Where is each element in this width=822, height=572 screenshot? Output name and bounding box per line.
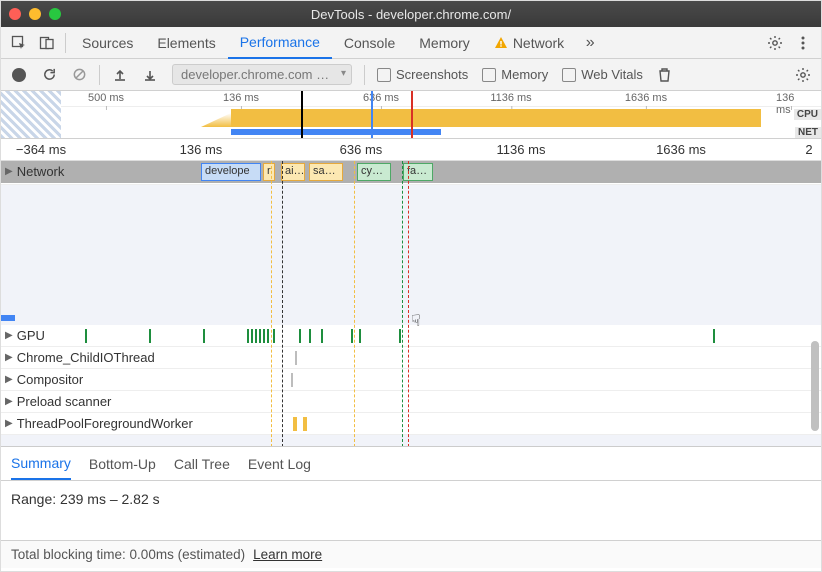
expand-icon[interactable]: ▶ (5, 166, 13, 177)
network-request[interactable]: cy… (357, 163, 391, 181)
collect-garbage-icon[interactable] (651, 61, 679, 89)
childio-track[interactable]: ▶Chrome_ChildIOThread (1, 347, 821, 369)
tab-elements[interactable]: Elements (145, 27, 227, 59)
overview-net-label: NET (795, 127, 821, 138)
overview-ruler: 500 ms 136 ms 636 ms 1136 ms 1636 ms 136… (61, 91, 821, 107)
tab-network-label: Network (513, 35, 564, 51)
gpu-track[interactable]: ▶GPU (1, 325, 821, 347)
window-titlebar: DevTools - developer.chrome.com/ (1, 1, 821, 27)
network-request[interactable]: sa… (309, 163, 343, 181)
overview-cpu-label: CPU (794, 109, 821, 120)
divider (65, 33, 66, 53)
timeline-ruler[interactable]: −364 ms 136 ms 636 ms 1136 ms 1636 ms 2 (1, 139, 821, 161)
flame-main-area[interactable] (1, 185, 821, 325)
capture-settings-icon[interactable] (789, 61, 817, 89)
threadpool-track[interactable]: ▶ThreadPoolForegroundWorker (1, 413, 821, 435)
network-track-label: Network (17, 164, 65, 179)
preload-scanner-track[interactable]: ▶Preload scanner (1, 391, 821, 413)
network-request[interactable]: develope (201, 163, 261, 181)
tab-console[interactable]: Console (332, 27, 407, 59)
screenshots-checkbox[interactable]: Screenshots (377, 67, 468, 82)
tab-memory[interactable]: Memory (407, 27, 482, 59)
summary-pane: Range: 239 ms – 2.82 s (1, 481, 821, 541)
expand-icon[interactable]: ▶ (5, 418, 13, 429)
settings-icon[interactable] (761, 29, 789, 57)
web-vitals-checkbox[interactable]: Web Vitals (562, 67, 643, 82)
network-track[interactable]: ▶ Network developer ai…sa… cy… fa… (1, 161, 821, 185)
expand-icon[interactable]: ▶ (5, 374, 13, 385)
expand-icon[interactable]: ▶ (5, 330, 13, 341)
overview-cpu-bar (231, 109, 761, 127)
tab-sources[interactable]: Sources (70, 27, 145, 59)
warning-icon (494, 36, 508, 50)
compositor-track[interactable]: ▶Compositor (1, 369, 821, 391)
overview-out-of-range (1, 91, 61, 138)
tab-event-log[interactable]: Event Log (248, 449, 311, 479)
overview-net-bar (231, 129, 441, 135)
more-tabs-icon[interactable]: » (576, 29, 604, 57)
overview-cursor-red (411, 91, 413, 138)
tab-network[interactable]: Network (482, 27, 576, 59)
overview-cursor (301, 91, 303, 138)
kebab-menu-icon[interactable] (789, 29, 817, 57)
expand-icon[interactable]: ▶ (5, 396, 13, 407)
tbt-text: Total blocking time: 0.00ms (estimated) (11, 547, 245, 562)
network-request[interactable]: fa… (403, 163, 433, 181)
network-request[interactable]: ai… (281, 163, 305, 181)
reload-record-button[interactable] (35, 61, 63, 89)
tbt-learn-more-link[interactable]: Learn more (253, 547, 322, 562)
load-profile-icon[interactable] (106, 61, 134, 89)
performance-toolbar: developer.chrome.com … Screenshots Memor… (1, 59, 821, 91)
vertical-scrollbar[interactable] (811, 341, 819, 431)
memory-checkbox[interactable]: Memory (482, 67, 548, 82)
network-request[interactable]: r (263, 163, 275, 181)
tab-summary[interactable]: Summary (11, 448, 71, 480)
details-tabs: Summary Bottom-Up Call Tree Event Log (1, 447, 821, 481)
tab-bottom-up[interactable]: Bottom-Up (89, 449, 156, 479)
tab-performance[interactable]: Performance (228, 27, 332, 59)
tab-call-tree[interactable]: Call Tree (174, 449, 230, 479)
overview-minimap[interactable]: 500 ms 136 ms 636 ms 1136 ms 1636 ms 136… (1, 91, 821, 139)
small-blue-bar (1, 315, 15, 321)
flame-chart[interactable]: ▶ Network developer ai…sa… cy… fa… ▶GPU ▶Ch… (1, 161, 821, 447)
profile-url-dropdown[interactable]: developer.chrome.com … (172, 64, 352, 85)
summary-range: Range: 239 ms – 2.82 s (11, 491, 811, 507)
total-blocking-time-row: Total blocking time: 0.00ms (estimated) … (1, 541, 821, 568)
inspect-element-icon[interactable] (5, 29, 33, 57)
clear-button[interactable] (65, 61, 93, 89)
expand-icon[interactable]: ▶ (5, 352, 13, 363)
device-toolbar-icon[interactable] (33, 29, 61, 57)
window-title: DevTools - developer.chrome.com/ (1, 7, 821, 22)
panel-tabs-row: Sources Elements Performance Console Mem… (1, 27, 821, 59)
record-button[interactable] (5, 61, 33, 89)
save-profile-icon[interactable] (136, 61, 164, 89)
overview-cursor-blue (371, 91, 373, 138)
